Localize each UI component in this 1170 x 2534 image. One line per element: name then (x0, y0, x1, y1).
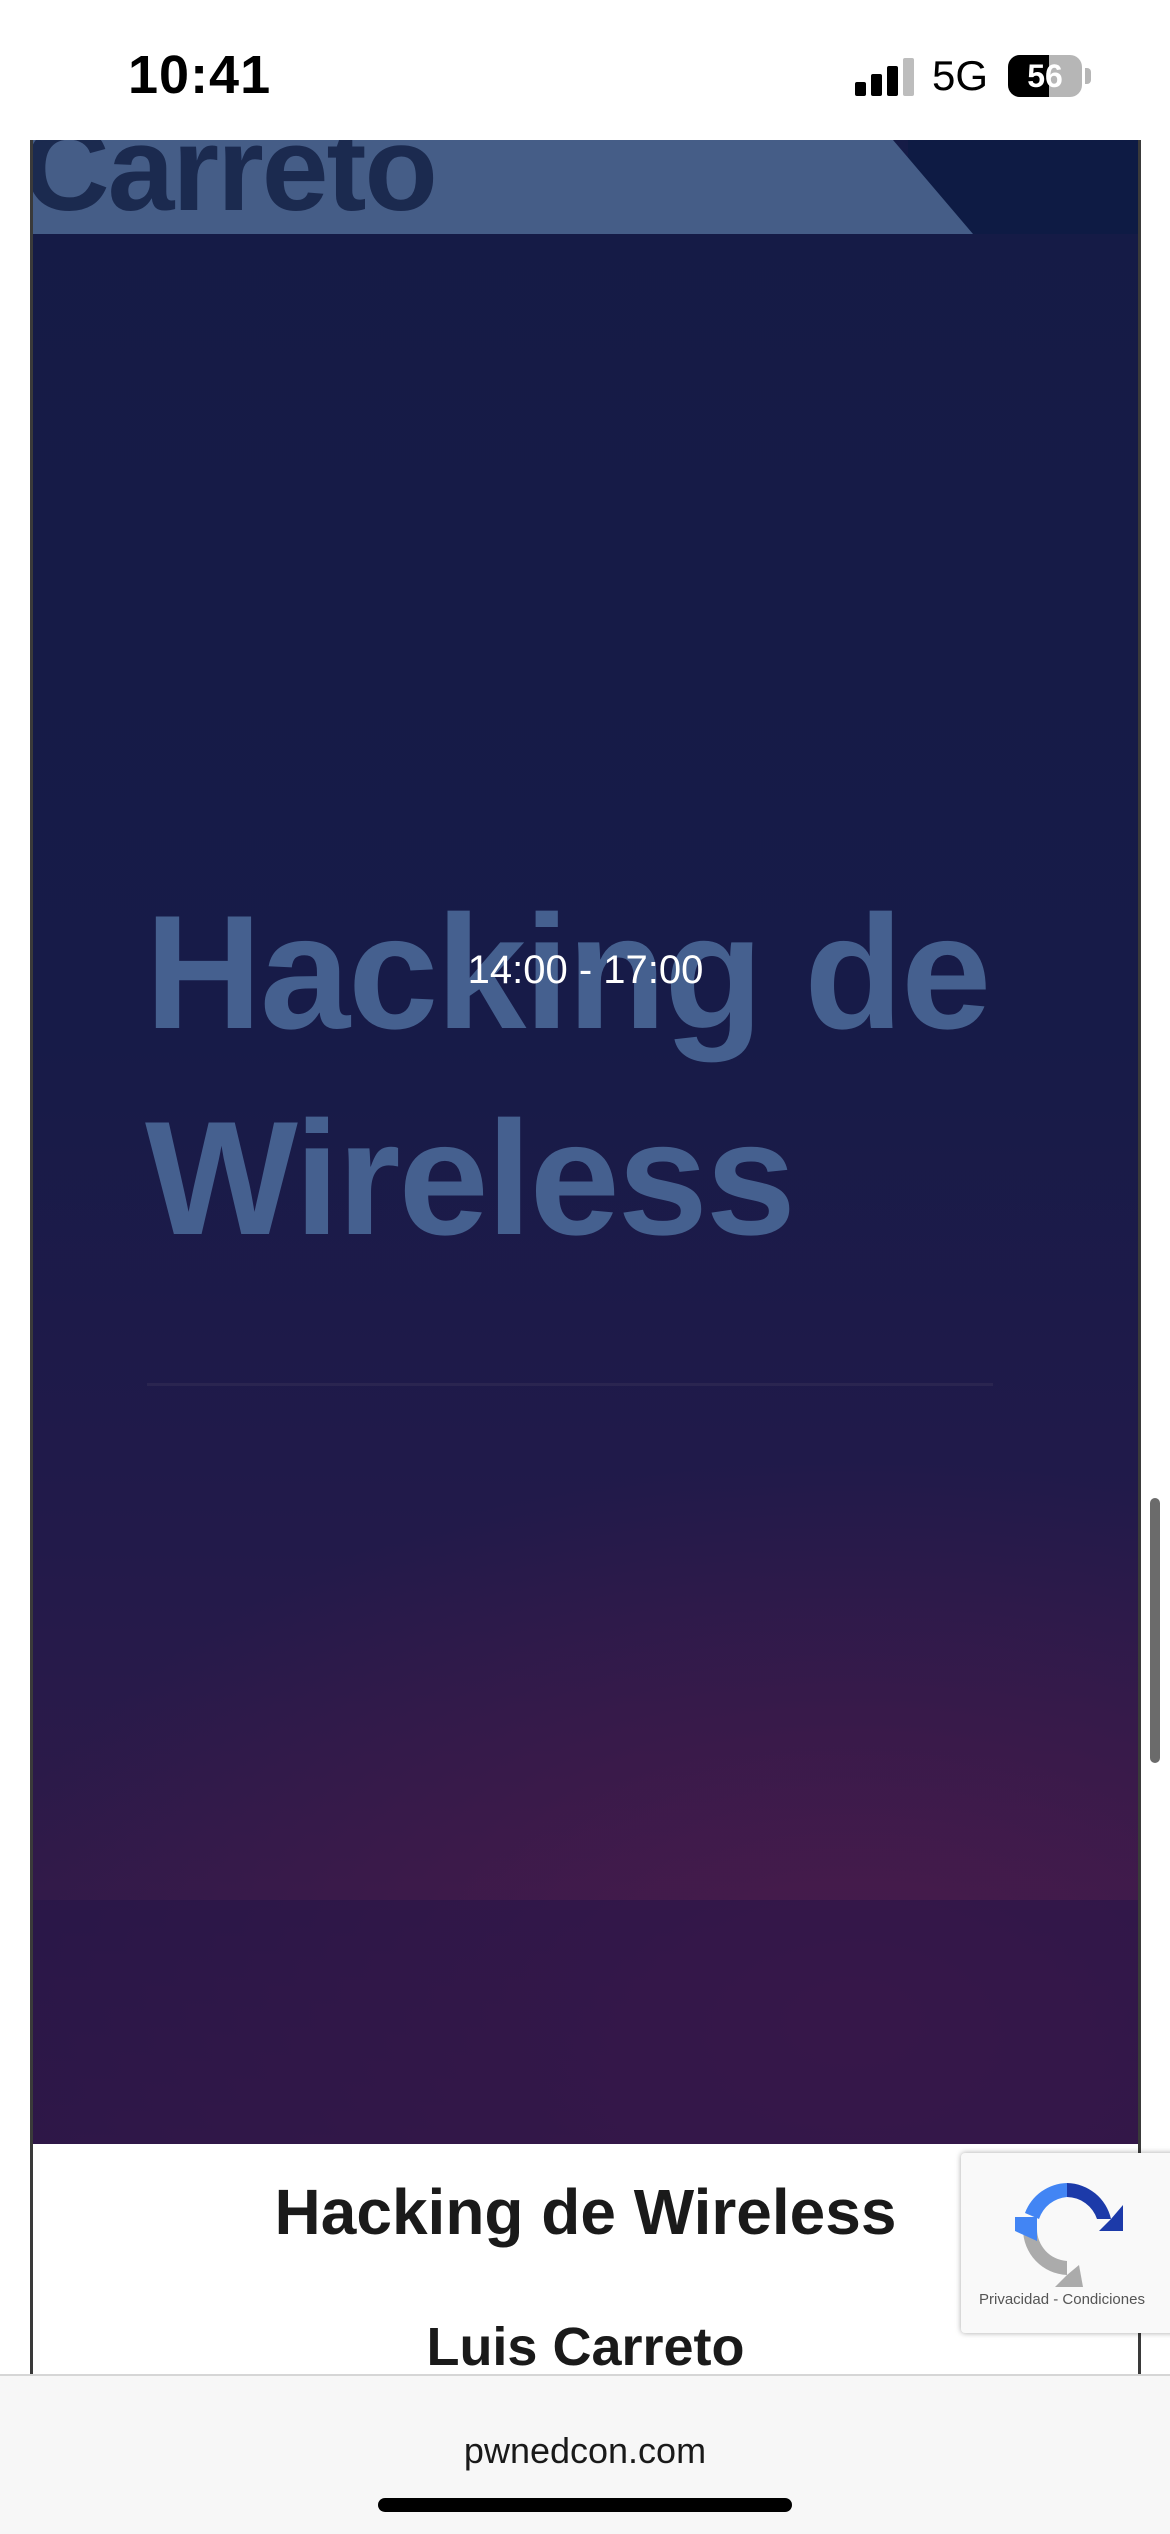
browser-address-bar[interactable]: pwnedcon.com (0, 2374, 1170, 2534)
link-separator: - (1053, 2291, 1059, 2308)
terms-link[interactable]: Condiciones (1062, 2291, 1145, 2308)
battery-level: 56 (1027, 58, 1063, 94)
event-banner[interactable]: Carreto Hacking de Wireless 14:00 - 17:0… (33, 140, 1138, 2144)
banner-divider (147, 1383, 993, 1386)
signal-icon (855, 58, 915, 96)
content-border-right (1138, 140, 1141, 2374)
banner-title-line2: Wireless (145, 1088, 796, 1269)
recaptcha-icon (1015, 2183, 1123, 2287)
banner-speaker-name: Carreto (33, 140, 438, 236)
privacy-link[interactable]: Privacidad (979, 2291, 1049, 2308)
status-bar: 10:41 5G 56 (0, 0, 1170, 140)
scrollbar[interactable] (1150, 1498, 1160, 1763)
session-time: 14:00 - 17:00 (467, 948, 704, 992)
battery-cap (1085, 68, 1091, 84)
network-type: 5G (932, 52, 989, 99)
recaptcha-links: Privacidad - Condiciones (979, 2291, 1145, 2308)
recaptcha-badge[interactable]: Privacidad - Condiciones (961, 2153, 1170, 2333)
url-text[interactable]: pwnedcon.com (0, 2430, 1170, 2472)
banner-lower-band (33, 1900, 1138, 2144)
battery-icon: 56 (1008, 55, 1082, 97)
home-indicator[interactable] (378, 2498, 792, 2512)
status-time: 10:41 (128, 45, 272, 105)
